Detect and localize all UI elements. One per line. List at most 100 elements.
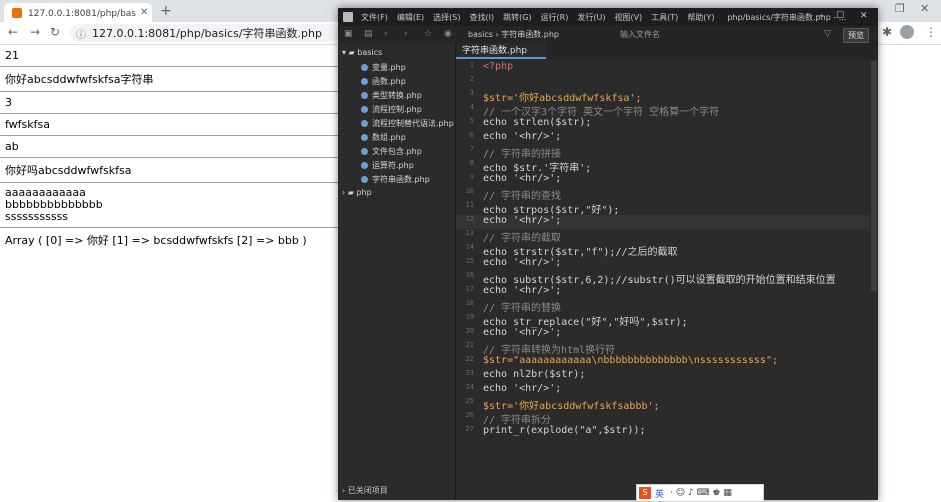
code-line: echo '<hr/>'; xyxy=(483,285,562,296)
file-item[interactable]: 变量.php xyxy=(361,62,406,73)
ime-tools-icon[interactable]: · ☺ ♪ ⌨ ♚ ▦ xyxy=(670,488,732,498)
tab-title: 127.0.0.1:8081/php/basics/字符 xyxy=(28,9,136,19)
menu-help[interactable]: 帮助(Y) xyxy=(687,12,714,23)
code-line: $str='你好abcsddwfwfskfsabbb'; xyxy=(483,401,660,412)
url-input[interactable]: ⓘ 127.0.0.1:8081/php/basics/字符串函数.php xyxy=(70,24,340,42)
file-label: 流程控制.php xyxy=(372,105,422,114)
editor-menubar: 文件(F) 编辑(E) 选择(S) 查找(I) 跳转(G) 运行(R) 发行(U… xyxy=(338,8,878,26)
menu-tools[interactable]: 工具(T) xyxy=(651,12,678,23)
output-line: 3 xyxy=(5,96,12,109)
new-file-icon[interactable]: ▣ xyxy=(344,29,353,39)
code-line: $str="aaaaaaaaaaaa\nbbbbbbbbbbbbbb\nssss… xyxy=(483,355,779,366)
ime-mode-label[interactable]: 英 xyxy=(655,487,664,500)
file-item[interactable]: 字符串函数.php xyxy=(361,174,430,185)
code-line: // 字符串的替换 xyxy=(483,303,562,314)
tab-favicon-icon xyxy=(12,7,22,18)
code-line: <?php xyxy=(483,61,514,72)
code-line: echo '<hr/>'; xyxy=(483,215,562,226)
back-icon[interactable]: ← xyxy=(8,25,18,39)
code-line: // 字符串的拼接 xyxy=(483,149,562,160)
run-icon[interactable]: ◉ xyxy=(444,29,452,39)
file-label: 函数.php xyxy=(372,77,406,86)
url-text: 127.0.0.1:8081/php/basics/字符串函数.php xyxy=(92,27,322,40)
file-item[interactable]: 流程控制.php xyxy=(361,104,422,115)
editor-tab-active[interactable]: 字符串函数.php xyxy=(456,43,546,59)
file-item[interactable]: 流程控制替代语法.php xyxy=(361,118,454,129)
php-file-icon xyxy=(361,106,368,113)
close-icon[interactable]: ✕ xyxy=(860,11,868,21)
ime-toolbar[interactable]: S 英 · ☺ ♪ ⌨ ♚ ▦ xyxy=(636,484,764,502)
ime-logo-icon: S xyxy=(639,487,651,499)
code-line: // 字符串拆分 xyxy=(483,415,552,426)
output-block: aaaaaaaaaaaa bbbbbbbbbbbbbb sssssssssss xyxy=(0,183,338,227)
folder-php[interactable]: › ▰ php xyxy=(342,188,372,197)
code-line: $str='你好abcsddwfwfskfsa'; xyxy=(483,93,642,104)
new-tab-icon[interactable]: + xyxy=(160,3,172,19)
php-file-icon xyxy=(361,92,368,99)
code-line: // 字符串转换为html换行符 xyxy=(483,345,616,356)
filter-icon[interactable]: ▽ xyxy=(824,29,831,39)
folder-basics[interactable]: ▾ ▰ basics xyxy=(342,48,382,57)
page-output: 21 你好abcsddwfwfskfsa字符串 3 fwfskfsa ab 你好… xyxy=(0,45,338,252)
file-label: 变量.php xyxy=(372,63,406,72)
file-item[interactable]: 运算符.php xyxy=(361,160,414,171)
code-line: echo '<hr/>'; xyxy=(483,173,562,184)
code-line: // 字符串的截取 xyxy=(483,233,562,244)
folder-label: basics xyxy=(357,48,383,57)
menu-run[interactable]: 运行(R) xyxy=(541,12,569,23)
minimize-icon[interactable]: — xyxy=(816,11,825,21)
menu-icon[interactable]: ⋮ xyxy=(925,25,937,39)
browser-tab[interactable]: 127.0.0.1:8081/php/basics/字符 ✕ xyxy=(4,3,152,22)
project-tree: ▾ ▰ basics 变量.php 函数.php 类型转换.php 流程控制.p… xyxy=(338,43,456,500)
menu-file[interactable]: 文件(F) xyxy=(361,12,388,23)
restore-icon[interactable]: ❐ xyxy=(895,2,905,15)
closed-projects-label: 已关闭项目 xyxy=(347,486,388,495)
close-window-icon[interactable]: ✕ xyxy=(920,2,929,15)
code-line: // 一个汉字3个字符 英文一个字符 空格算一个字符 xyxy=(483,107,720,118)
extensions-icon[interactable]: ✱ xyxy=(882,25,892,39)
menu-publish[interactable]: 发行(U) xyxy=(577,12,605,23)
output-line: 你好吗abcsddwfwfskfsa xyxy=(5,164,132,177)
output-line: sssssssssss xyxy=(5,210,69,223)
code-line: // 字符串的查找 xyxy=(483,191,562,202)
php-file-icon xyxy=(361,78,368,85)
preview-button[interactable]: 预览 xyxy=(843,28,869,43)
star-icon[interactable]: ☆ xyxy=(424,29,432,39)
menu-select[interactable]: 选择(S) xyxy=(433,12,460,23)
code-line: echo '<hr/>'; xyxy=(483,383,562,394)
scrollbar[interactable] xyxy=(871,61,877,291)
output-line: 你好abcsddwfwfskfsa字符串 xyxy=(5,73,154,86)
file-item[interactable]: 函数.php xyxy=(361,76,406,87)
php-file-icon xyxy=(361,64,368,71)
file-item[interactable]: 数组.php xyxy=(361,132,406,143)
filename-input[interactable]: 输入文件名 xyxy=(620,29,660,40)
output-line: Array ( [0] => 你好 [1] => bcsddwfwfskfs [… xyxy=(5,234,307,247)
output-line: 21 xyxy=(5,49,19,62)
maximize-icon[interactable]: ☐ xyxy=(836,11,844,21)
editor-window: 文件(F) 编辑(E) 选择(S) 查找(I) 跳转(G) 运行(R) 发行(U… xyxy=(338,8,878,500)
php-file-icon xyxy=(361,120,368,127)
menu-view[interactable]: 视图(V) xyxy=(614,12,642,23)
menu-edit[interactable]: 编辑(E) xyxy=(397,12,424,23)
menu-goto[interactable]: 跳转(G) xyxy=(503,12,531,23)
menu-find[interactable]: 查找(I) xyxy=(469,12,494,23)
file-item[interactable]: 类型转换.php xyxy=(361,90,422,101)
breadcrumb[interactable]: basics › 字符串函数.php xyxy=(468,29,559,40)
site-info-icon[interactable]: ⓘ xyxy=(76,26,86,41)
file-label: 类型转换.php xyxy=(372,91,422,100)
window-title: php/basics/字符串函数.php - ... xyxy=(727,12,847,22)
back-icon[interactable]: ‹ xyxy=(384,29,388,39)
close-tab-icon[interactable]: ✕ xyxy=(140,7,148,18)
editor-toolbar: ▣ ▤ ‹ › ☆ ◉ basics › 字符串函数.php 输入文件名 ▽ 预… xyxy=(338,26,878,44)
forward-icon[interactable]: › xyxy=(404,29,408,39)
code-line: echo strstr($str,"f");//之后的截取 xyxy=(483,247,678,258)
save-icon[interactable]: ▤ xyxy=(364,29,373,39)
forward-icon[interactable]: → xyxy=(30,25,40,39)
file-label: 字符串函数.php xyxy=(372,175,430,184)
closed-projects[interactable]: › 已关闭项目 xyxy=(342,485,388,496)
reload-icon[interactable]: ↻ xyxy=(50,25,60,39)
avatar[interactable] xyxy=(900,25,914,39)
file-item[interactable]: 文件包含.php xyxy=(361,146,422,157)
code-line: echo '<hr/>'; xyxy=(483,131,562,142)
code-line: echo strlen($str); xyxy=(483,117,592,128)
